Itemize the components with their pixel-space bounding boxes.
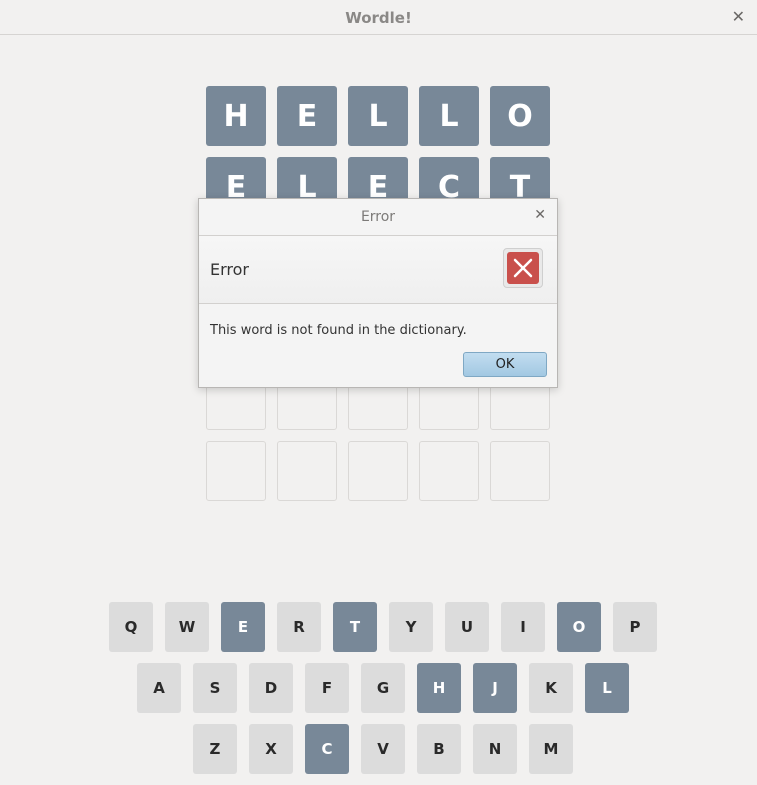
- key-n[interactable]: N: [473, 724, 517, 774]
- key-x[interactable]: X: [249, 724, 293, 774]
- title-bar: Wordle! ✕: [0, 0, 757, 35]
- key-u[interactable]: U: [445, 602, 489, 652]
- board-tile: H: [206, 86, 266, 146]
- board-tile: L: [348, 86, 408, 146]
- key-i[interactable]: I: [501, 602, 545, 652]
- dialog-title-bar: Error ✕: [199, 199, 557, 236]
- key-m[interactable]: M: [529, 724, 573, 774]
- dialog-message: This word is not found in the dictionary…: [210, 323, 467, 338]
- key-q[interactable]: Q: [109, 602, 153, 652]
- key-d[interactable]: D: [249, 663, 293, 713]
- board-tile: [277, 441, 337, 501]
- key-r[interactable]: R: [277, 602, 321, 652]
- key-c[interactable]: C: [305, 724, 349, 774]
- key-j[interactable]: J: [473, 663, 517, 713]
- key-t[interactable]: T: [333, 602, 377, 652]
- dialog-header: Error: [199, 236, 557, 304]
- dialog-title: Error: [360, 209, 396, 225]
- dialog-close-icon[interactable]: ✕: [534, 207, 546, 223]
- key-k[interactable]: K: [529, 663, 573, 713]
- key-y[interactable]: Y: [389, 602, 433, 652]
- key-a[interactable]: A: [137, 663, 181, 713]
- board-tile: L: [419, 86, 479, 146]
- window-title: Wordle!: [345, 9, 412, 27]
- key-l[interactable]: L: [585, 663, 629, 713]
- key-v[interactable]: V: [361, 724, 405, 774]
- error-dialog: Error ✕ Error This word is not found in …: [198, 198, 558, 388]
- key-e[interactable]: E: [221, 602, 265, 652]
- board-tile: [490, 441, 550, 501]
- dialog-header-text: Error: [210, 260, 249, 279]
- key-h[interactable]: H: [417, 663, 461, 713]
- key-f[interactable]: F: [305, 663, 349, 713]
- ok-button[interactable]: OK: [463, 352, 547, 377]
- close-icon[interactable]: ✕: [732, 7, 745, 26]
- key-p[interactable]: P: [613, 602, 657, 652]
- key-b[interactable]: B: [417, 724, 461, 774]
- board-tile: [348, 441, 408, 501]
- board-tile: O: [490, 86, 550, 146]
- key-w[interactable]: W: [165, 602, 209, 652]
- error-icon: [503, 248, 543, 288]
- key-o[interactable]: O: [557, 602, 601, 652]
- board-tile: [206, 441, 266, 501]
- board-tile: E: [277, 86, 337, 146]
- key-s[interactable]: S: [193, 663, 237, 713]
- key-g[interactable]: G: [361, 663, 405, 713]
- key-z[interactable]: Z: [193, 724, 237, 774]
- board-tile: [419, 441, 479, 501]
